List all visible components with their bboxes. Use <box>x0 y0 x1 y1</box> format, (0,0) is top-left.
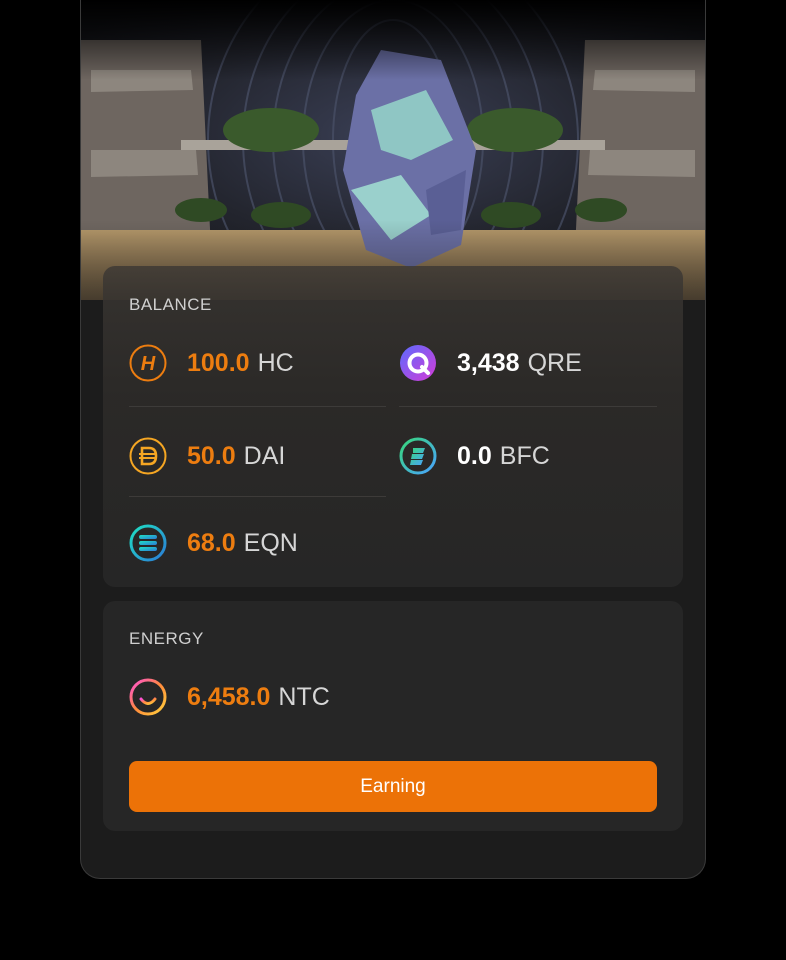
token-symbol: NTC <box>278 682 330 711</box>
token-qre: 3,438 QRE <box>399 339 582 387</box>
token-eqn: 68.0 EQN <box>129 519 298 567</box>
token-amount: 68.0 <box>187 528 236 557</box>
token-symbol: DAI <box>243 441 286 470</box>
token-bfc: 0.0 BFC <box>399 432 550 480</box>
earning-button[interactable]: Earning <box>129 761 657 812</box>
token-amount: 6,458.0 <box>187 682 271 711</box>
divider <box>129 406 386 407</box>
game-card: BALANCE H 100.0 HC 3,438 QRE 50.0 DAI 0.… <box>80 0 706 879</box>
token-amount: 3,438 <box>457 348 520 377</box>
ntc-coin-icon <box>129 678 167 716</box>
qre-coin-icon <box>399 344 437 382</box>
eqn-coin-icon <box>129 524 167 562</box>
token-symbol: QRE <box>527 348 582 377</box>
energy-title: ENERGY <box>129 629 204 648</box>
token-amount: 0.0 <box>457 441 492 470</box>
token-amount: 50.0 <box>187 441 236 470</box>
token-ntc: 6,458.0 NTC <box>129 673 330 721</box>
hc-coin-icon: H <box>129 344 167 382</box>
token-amount: 100.0 <box>187 348 250 377</box>
divider <box>129 496 386 497</box>
token-symbol: EQN <box>243 528 298 557</box>
token-symbol: HC <box>257 348 294 377</box>
svg-text:H: H <box>141 353 156 375</box>
balance-title: BALANCE <box>129 295 212 314</box>
bfc-coin-icon <box>399 437 437 475</box>
dai-coin-icon <box>129 437 167 475</box>
energy-panel: ENERGY 6,458.0 NTC Earning <box>103 601 683 831</box>
token-hc: H 100.0 HC <box>129 339 294 387</box>
divider <box>399 406 657 407</box>
balance-panel: BALANCE H 100.0 HC 3,438 QRE 50.0 DAI 0.… <box>103 266 683 587</box>
token-symbol: BFC <box>499 441 550 470</box>
token-dai: 50.0 DAI <box>129 432 285 480</box>
